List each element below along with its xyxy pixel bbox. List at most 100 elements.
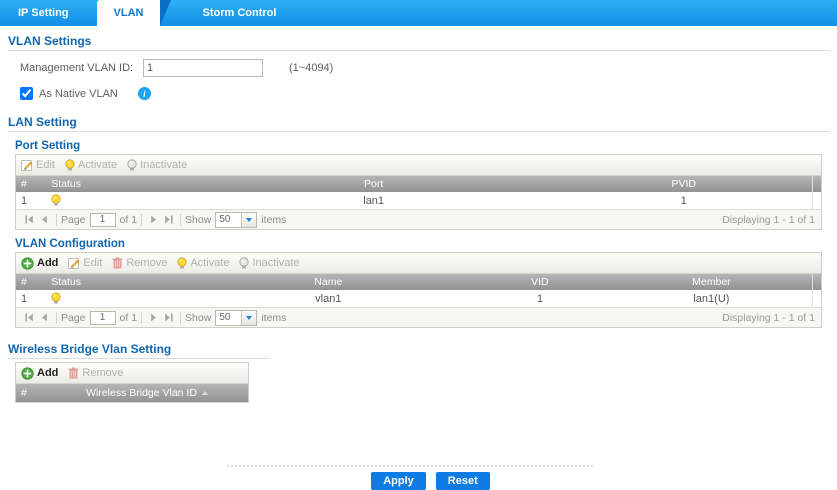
vlan-table-row[interactable]: 1 vlan1 1 lan1(U) [16,290,821,307]
row-filler [813,192,821,209]
remove-button[interactable]: Remove [112,257,167,269]
column-header-status: Status [46,176,192,192]
column-header-vid: VID [469,274,610,290]
column-header-wireless-bridge-vlan-id[interactable]: Wireless Bridge Vlan ID [46,384,248,402]
info-icon[interactable]: i [138,87,151,100]
tab-storm-control[interactable]: Storm Control [182,0,296,26]
column-header-index: # [16,176,46,192]
activate-button[interactable]: Activate [65,159,117,172]
column-header-index: # [16,384,46,402]
remove-trash-icon [112,257,123,269]
reset-button[interactable]: Reset [436,472,490,490]
wireless-bridge-table: # Wireless Bridge Vlan ID [16,384,248,402]
items-label: items [261,312,286,324]
row-vid: 1 [469,290,610,307]
status-active-bulb-icon [51,292,61,305]
native-vlan-checkbox[interactable] [20,87,33,100]
tab-bar: IP Setting VLAN Storm Control [0,0,837,26]
add-button[interactable]: Add [21,257,58,270]
first-page-icon[interactable] [24,312,35,323]
port-setting-group: Edit Activate Inactivate # Status Port P… [15,154,822,230]
edit-button[interactable]: Edit [68,257,102,269]
vlan-configuration-table: # Status Name VID Member 1 vlan1 1 lan1(… [16,274,821,307]
page-number-input[interactable] [90,311,116,325]
prev-page-icon[interactable] [39,214,50,225]
vlan-configuration-title: VLAN Configuration [15,238,822,250]
prev-page-icon[interactable] [39,312,50,323]
edit-button[interactable]: Edit [21,159,55,171]
row-index: 1 [16,192,46,209]
next-page-icon[interactable] [148,214,159,225]
row-pvid: 1 [555,192,813,209]
section-divider [8,358,270,359]
edit-icon [68,257,80,269]
last-page-icon[interactable] [163,214,174,225]
row-index: 1 [16,290,46,307]
activate-bulb-icon [65,159,75,172]
pager-separator [56,312,57,324]
dropdown-arrow-icon[interactable] [241,213,256,227]
vlan-configuration-group: Add Edit Remove Activate Inactiv [15,252,822,328]
show-items-value: 50 [216,312,241,323]
native-vlan-label: As Native VLAN [39,88,118,100]
row-name: vlan1 [187,290,469,307]
edit-icon [21,159,33,171]
inactivate-bulb-icon [239,257,249,270]
show-label: Show [185,312,211,324]
remove-button[interactable]: Remove [68,367,123,379]
vlan-configuration-pager: Page of 1 Show 50 items Displaying 1 - 1… [16,307,821,327]
inactivate-bulb-icon [127,159,137,172]
pager-separator [180,312,181,324]
next-page-icon[interactable] [148,312,159,323]
apply-button[interactable]: Apply [371,472,426,490]
dropdown-arrow-icon[interactable] [241,311,256,325]
page-label: Page [61,214,86,226]
displaying-status: Displaying 1 - 1 of 1 [722,214,815,226]
add-button[interactable]: Add [21,367,58,380]
page-content: VLAN Settings Management VLAN ID: (1~409… [0,34,837,490]
wireless-bridge-group: Add Remove # Wireless Bridge Vlan ID [15,362,249,403]
show-items-select[interactable]: 50 [215,310,257,326]
management-vlan-row: Management VLAN ID: (1~4094) [20,58,822,77]
column-header-filler [813,176,821,192]
tab-vlan[interactable]: VLAN [97,0,161,26]
row-filler [813,290,821,307]
remove-trash-icon [68,367,79,379]
vlan-configuration-toolbar: Add Edit Remove Activate Inactiv [16,253,821,274]
footer-divider [227,465,593,467]
row-status-cell [46,290,187,307]
activate-bulb-icon [177,257,187,270]
status-active-bulb-icon [51,194,61,207]
tab-ip-setting[interactable]: IP Setting [0,0,89,26]
column-header-filler [813,274,821,290]
vlan-range-hint: (1~4094) [289,62,333,74]
first-page-icon[interactable] [24,214,35,225]
show-label: Show [185,214,211,226]
activate-button[interactable]: Activate [177,257,229,270]
management-vlan-input[interactable] [143,59,263,77]
vlan-settings-title: VLAN Settings [8,34,822,48]
port-setting-pager: Page of 1 Show 50 items Displaying 1 - 1… [16,209,821,229]
section-divider [8,131,830,132]
column-header-status: Status [46,274,187,290]
row-member: lan1(U) [610,290,813,307]
pager-separator [141,312,142,324]
page-label: Page [61,312,86,324]
port-table-header-row: # Status Port PVID [16,176,821,192]
wireless-bridge-header-row: # Wireless Bridge Vlan ID [16,384,248,402]
sort-ascending-icon [202,391,208,395]
items-label: items [261,214,286,226]
lan-setting-title: LAN Setting [8,115,822,129]
port-table-row[interactable]: 1 lan1 1 [16,192,821,209]
show-items-select[interactable]: 50 [215,212,257,228]
last-page-icon[interactable] [163,312,174,323]
inactivate-button[interactable]: Inactivate [239,257,299,270]
port-setting-table: # Status Port PVID 1 lan1 1 [16,176,821,209]
page-of-label: of 1 [120,312,138,324]
pager-separator [56,214,57,226]
inactivate-button[interactable]: Inactivate [127,159,187,172]
add-icon [21,257,34,270]
pager-separator [141,214,142,226]
page-number-input[interactable] [90,213,116,227]
column-header-index: # [16,274,46,290]
